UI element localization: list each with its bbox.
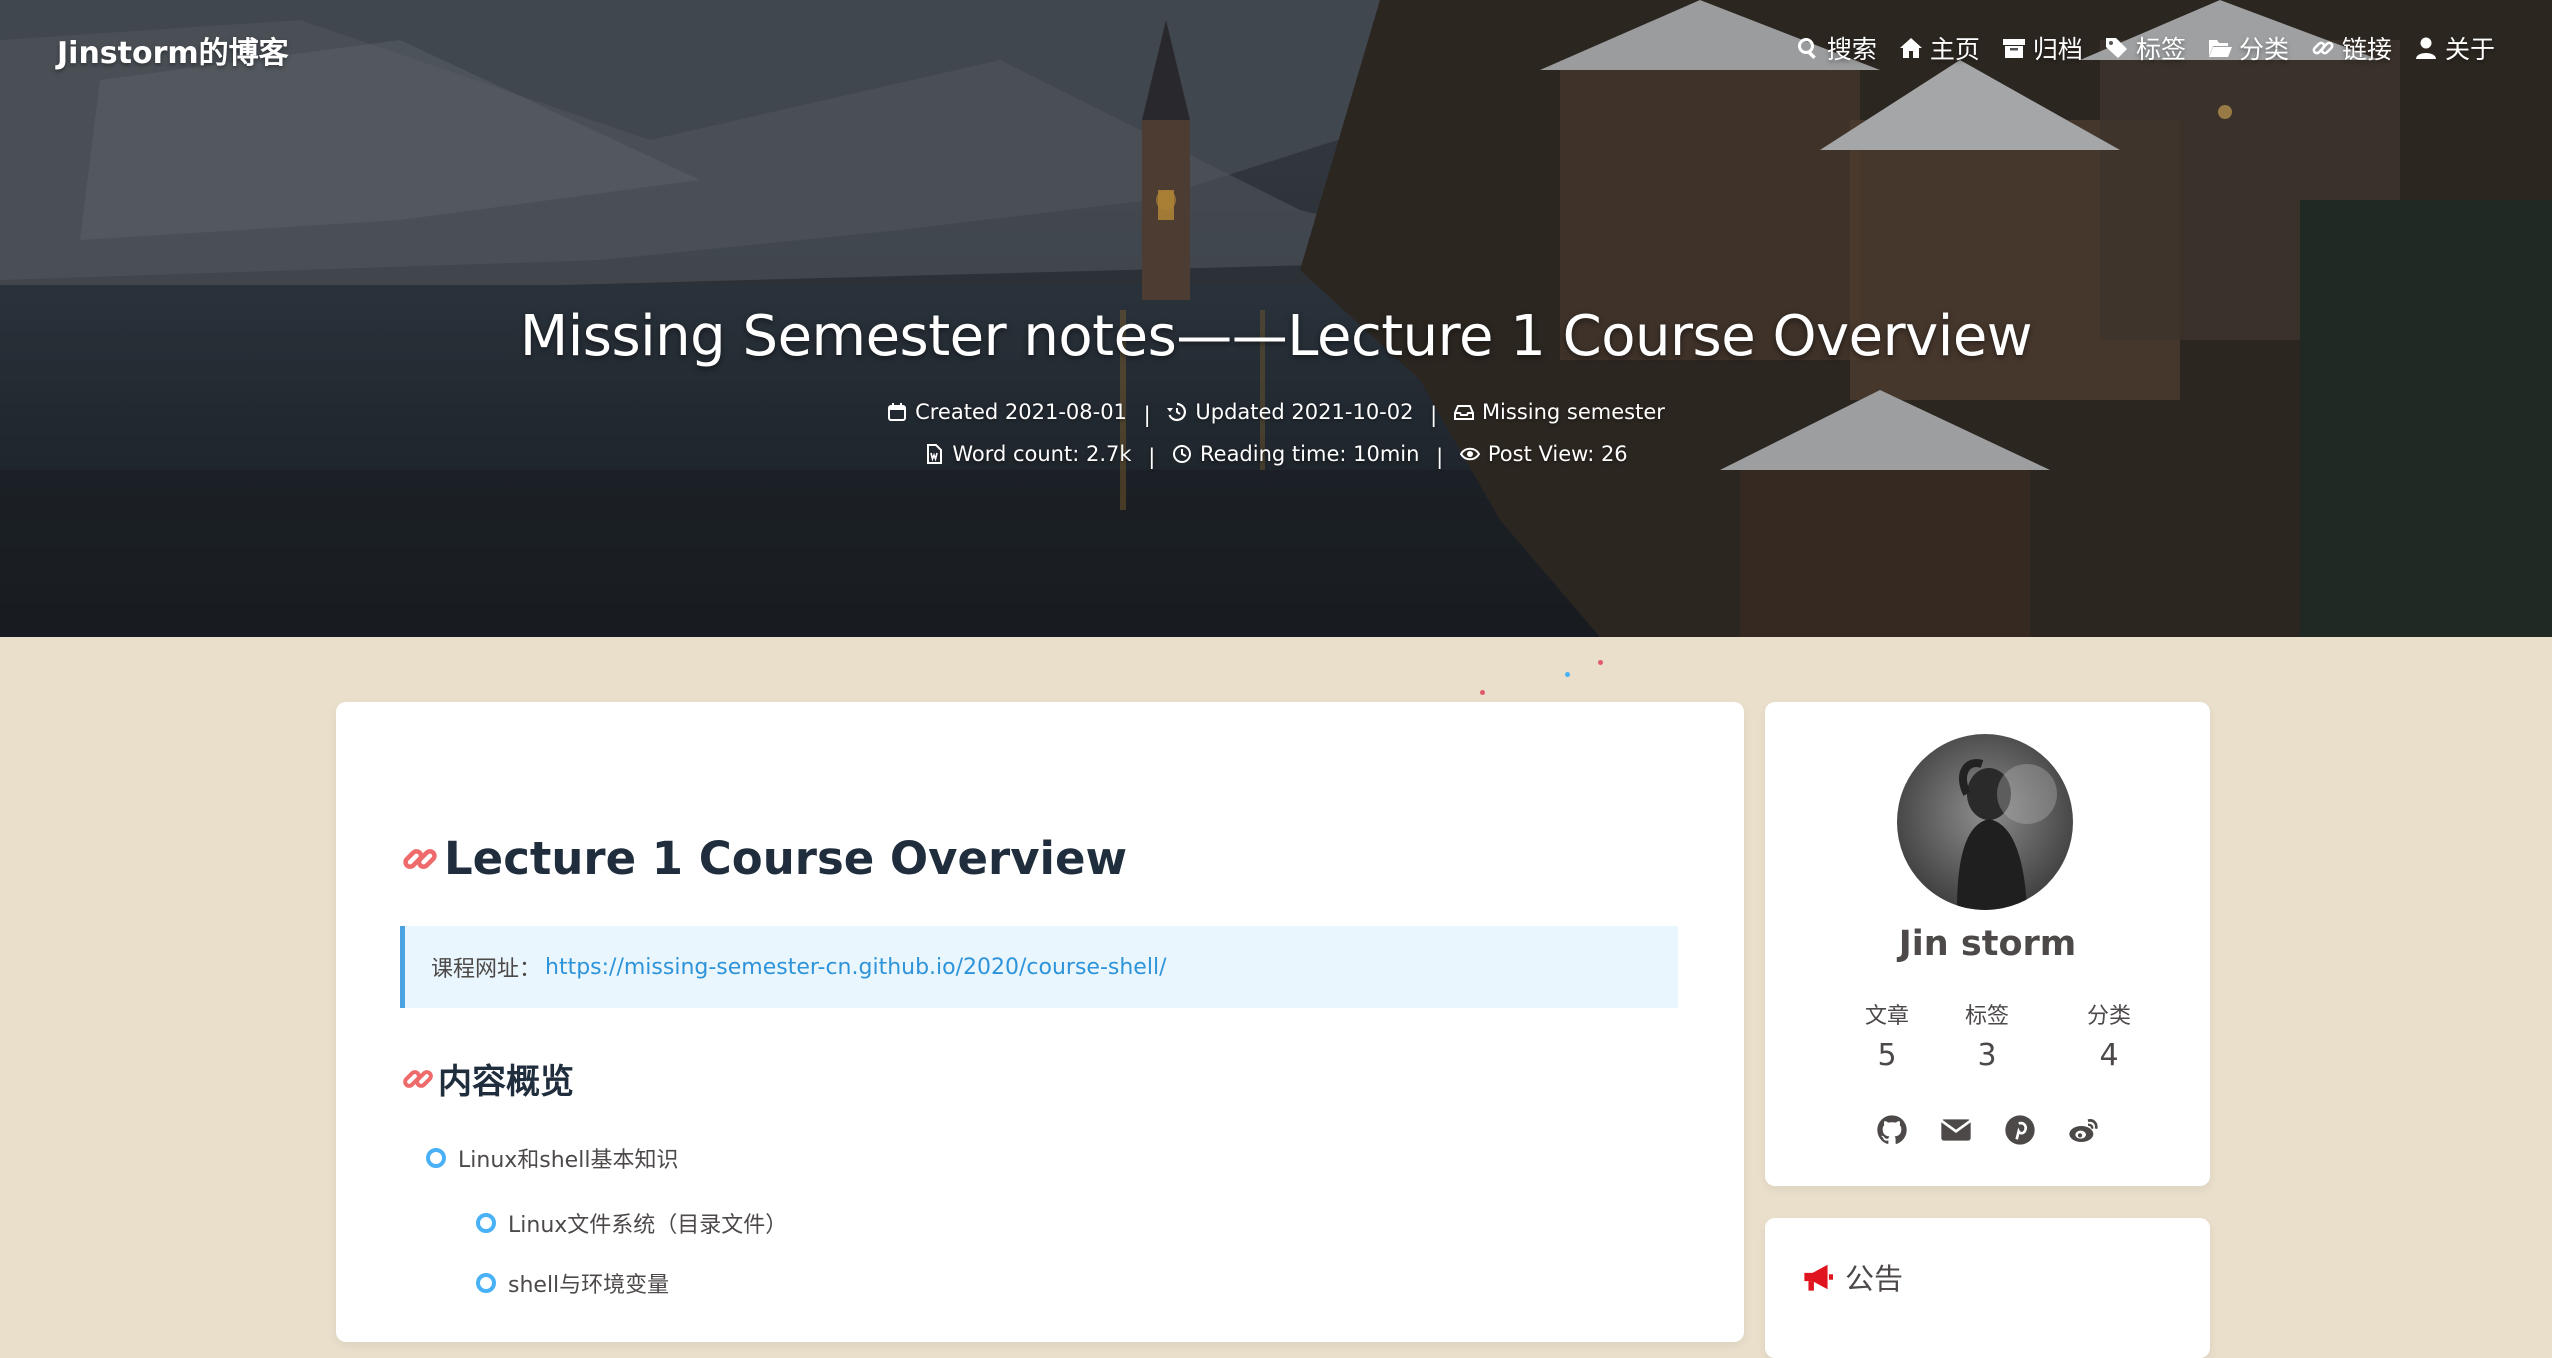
list-item-text: Linux文件系统（目录文件） [508,1213,788,1238]
list-item: Linux文件系统（目录文件） [476,1207,787,1239]
post-created-date: Created 2021-08-01 [915,400,1127,424]
link-icon [2312,41,2334,55]
heading-text: 内容概览 [438,1062,574,1102]
list-item: Linux和shell基本知识 [426,1142,678,1174]
confetti-particle [1598,660,1603,665]
hero-banner: Jinstorm的博客 搜索 主页 归档 标签 分类 链接 关于 Missing… [0,0,2552,637]
menu-item-label: 搜索 [1826,35,1877,64]
menu-item-label: 关于 [2444,35,2495,64]
avatar-image [1897,734,2073,910]
anchor-link-icon[interactable] [402,1063,434,1095]
social-links [1765,1114,2210,1146]
menu-item-home[interactable]: 主页 [1899,30,1980,66]
site-name-link[interactable]: Jinstorm的博客 [57,28,289,72]
menu-item-label: 主页 [1929,35,1980,64]
search-icon [1797,38,1816,60]
anchor-link-icon[interactable] [402,841,438,877]
file-word-icon [927,444,943,464]
post-content-card: Lecture 1 Course Overview 课程网址： https://… [336,702,1744,1342]
announcement-title: 公告 [1845,1262,1904,1296]
stat-label: 标签 [1964,1004,2009,1029]
menu-item-label: 标签 [2135,35,2186,64]
stat-categories[interactable]: 分类 4 [2049,998,2169,1073]
menu-item-label: 归档 [2032,35,2083,64]
author-name: Jin storm [1898,924,2077,964]
meta-separator: | [1143,403,1151,427]
stat-label: 分类 [2086,1004,2131,1029]
list-bullet-icon [476,1213,496,1233]
post-title: Missing Semester notes——Lecture 1 Course… [519,304,2033,369]
menu-item-search[interactable]: 搜索 [1796,30,1877,66]
list-bullet-icon [426,1148,446,1168]
menu-item-links[interactable]: 链接 [2311,30,2392,66]
menu-item-archive[interactable]: 归档 [2002,30,2083,66]
meta-separator: | [1430,403,1438,427]
eye-icon [1459,447,1480,461]
confetti-particle [1480,690,1485,695]
menu-item-about[interactable]: 关于 [2414,30,2495,66]
meta-separator: | [1148,445,1156,469]
post-word-count: Word count: 2.7k [952,442,1132,466]
stat-value: 4 [2099,1038,2119,1073]
folder-open-icon [2208,40,2232,57]
post-meta-second-line: Word count: 2.7k | Reading time: 10min |… [0,442,2552,469]
heading-text: Lecture 1 Course Overview [444,832,1128,885]
calendar-icon [888,403,907,421]
bullhorn-icon [1804,1264,1833,1291]
list-item-text: shell与环境变量 [508,1273,670,1298]
menu-item-label: 分类 [2238,35,2289,64]
post-updated-date: Updated 2021-10-02 [1195,400,1414,424]
announcement-heading: 公告 [1801,1256,1903,1298]
stat-value: 3 [1977,1038,1997,1073]
archive-icon [2002,39,2025,58]
user-icon [2415,37,2436,59]
section-heading-overview: 内容概览 [402,1054,574,1103]
post-view-count: Post View: 26 [1487,442,1628,466]
clock-icon [1173,445,1191,463]
home-icon [1899,38,1922,58]
post-category-link[interactable]: Missing semester [1482,400,1665,424]
history-icon [1167,402,1187,422]
list-item-text: Linux和shell基本知识 [458,1148,679,1173]
menu-item-tags[interactable]: 标签 [2105,30,2186,66]
note-block: 课程网址： https://missing-semester-cn.github… [400,926,1678,1008]
course-url-link[interactable]: https://missing-semester-cn.github.io/20… [545,955,1166,980]
announcement-card: 公告 [1765,1218,2210,1358]
envelope-icon[interactable] [1940,1114,1972,1146]
author-info-card: Jin storm 文章 5 标签 3 分类 4 [1765,702,2210,1186]
list-bullet-icon [476,1273,496,1293]
stat-tags[interactable]: 标签 3 [1927,998,2047,1073]
confetti-particle [1565,672,1570,677]
github-icon[interactable] [1876,1114,1908,1146]
section-heading-lecture: Lecture 1 Course Overview [402,832,1127,885]
note-label: 课程网址： [431,957,542,982]
avatar[interactable] [1897,734,2073,910]
pinterest-icon[interactable] [2004,1114,2036,1146]
tags-icon [2105,38,2127,58]
meta-separator: | [1436,445,1444,469]
main-menu: 搜索 主页 归档 标签 分类 链接 关于 [1796,30,2495,66]
weibo-icon[interactable] [2068,1114,2100,1146]
post-reading-time: Reading time: 10min [1200,442,1420,466]
inbox-icon [1453,405,1474,420]
post-meta-first-line: Created 2021-08-01 | Updated 2021-10-02 … [0,400,2552,427]
list-item: shell与环境变量 [476,1267,669,1299]
menu-item-label: 链接 [2341,35,2392,64]
menu-item-categories[interactable]: 分类 [2208,30,2289,66]
